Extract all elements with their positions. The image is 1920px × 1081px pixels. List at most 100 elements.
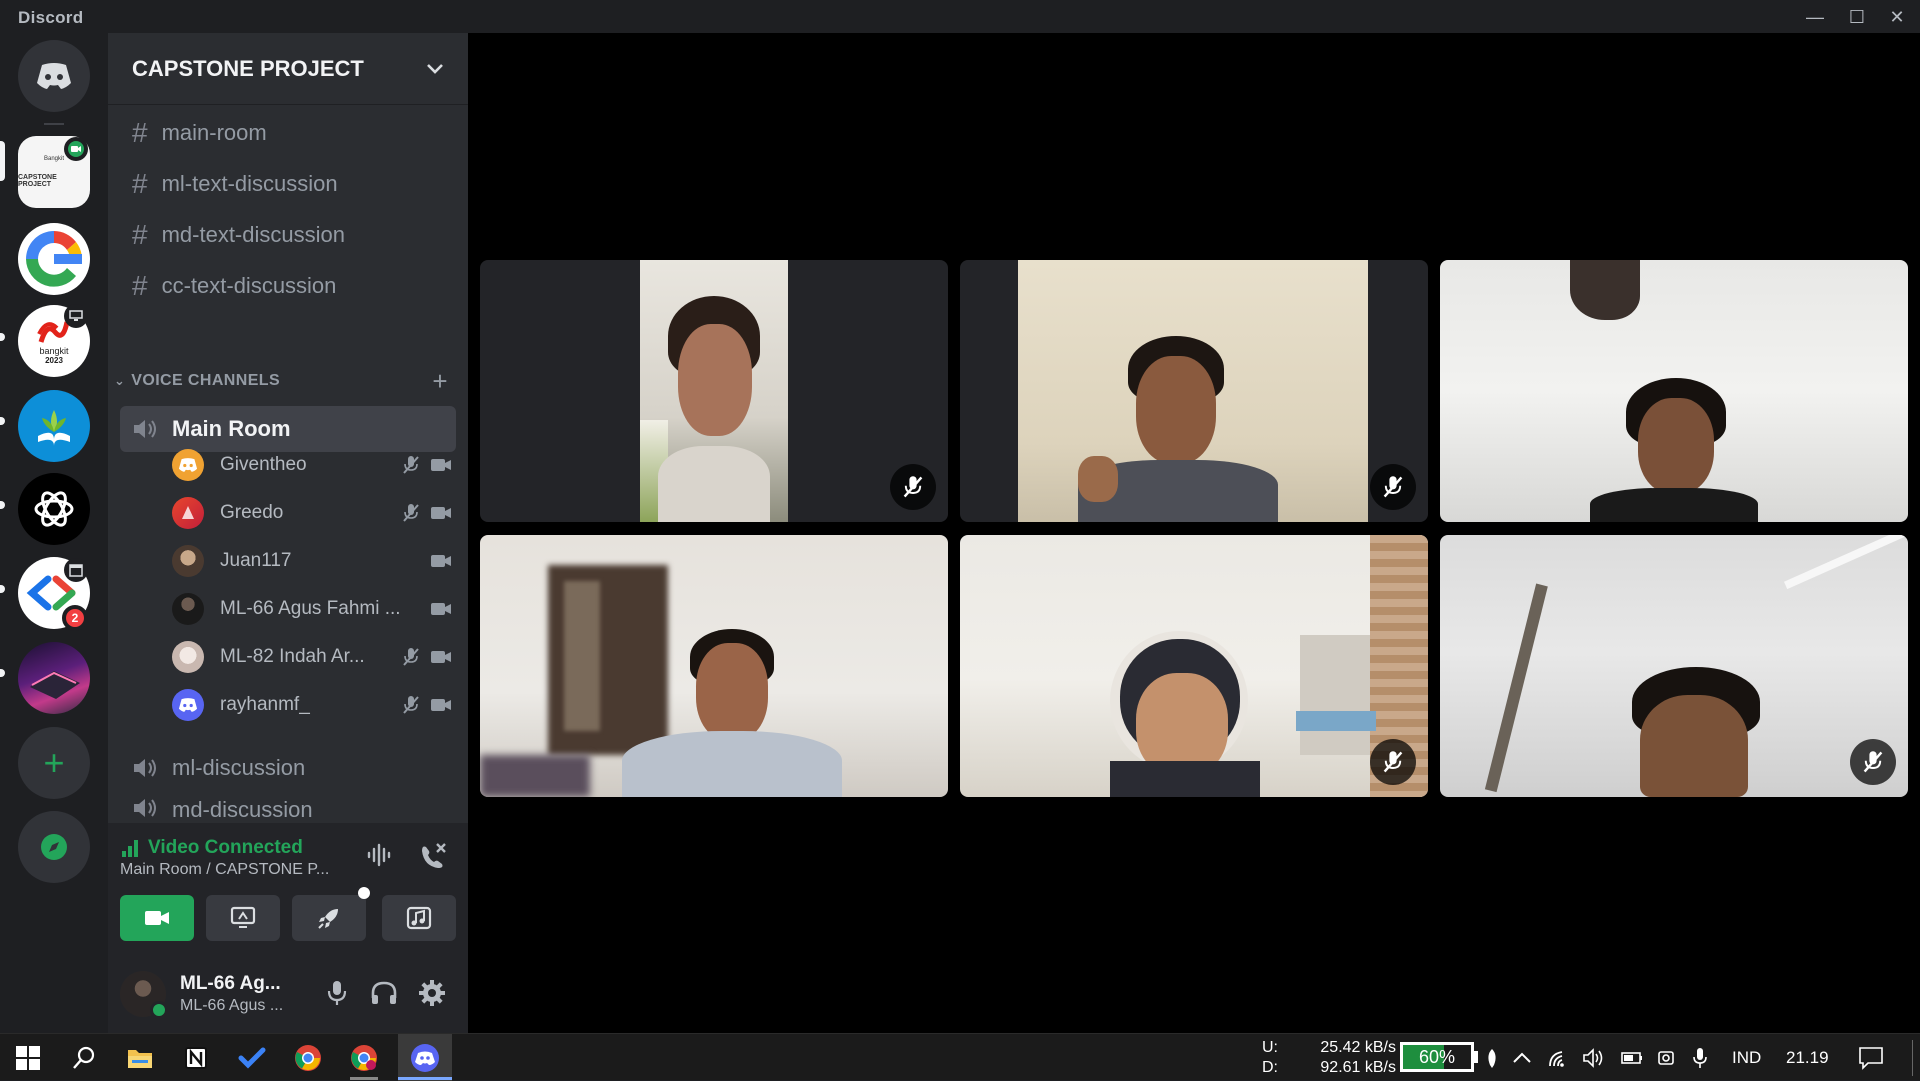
video-tile[interactable] bbox=[1440, 260, 1908, 522]
server-rail: Bangkit CAPSTONE PROJECT bangkit 2023 2 … bbox=[0, 33, 108, 1033]
disconnect-icon[interactable] bbox=[418, 841, 448, 874]
notification-dot bbox=[358, 887, 370, 899]
net-labels: U: D: bbox=[1262, 1034, 1278, 1081]
leaf-icon[interactable] bbox=[1484, 1034, 1500, 1081]
add-server-button[interactable]: + bbox=[18, 727, 90, 799]
video-tile[interactable] bbox=[480, 535, 948, 797]
voice-member[interactable]: Giventheo bbox=[172, 445, 456, 485]
wifi-icon[interactable] bbox=[1548, 1034, 1572, 1081]
channel-label: ml-text-discussion bbox=[161, 171, 338, 196]
search-button[interactable] bbox=[56, 1034, 112, 1081]
voice-member[interactable]: ML-82 Indah Ar... bbox=[172, 637, 456, 677]
voice-channel-label: Main Room bbox=[172, 416, 291, 441]
settings-gear-icon[interactable] bbox=[418, 979, 446, 1012]
server-name: CAPSTONE PROJECT bbox=[132, 55, 364, 81]
avatar bbox=[172, 545, 204, 577]
avatar bbox=[172, 449, 204, 481]
channel-cc-text-discussion[interactable]: # cc-text-discussion bbox=[118, 264, 464, 308]
voice-channel-md-discussion[interactable]: md-discussion bbox=[120, 795, 456, 823]
start-button[interactable] bbox=[0, 1034, 56, 1081]
member-name: Greedo bbox=[220, 502, 284, 523]
unread-pill bbox=[0, 585, 5, 593]
video-icon bbox=[426, 554, 456, 568]
language-indicator[interactable]: IND bbox=[1732, 1034, 1761, 1081]
server-google[interactable] bbox=[18, 223, 90, 295]
mic-muted-icon bbox=[890, 464, 936, 510]
show-desktop-divider[interactable] bbox=[1912, 1040, 1913, 1076]
camera-button[interactable] bbox=[120, 895, 194, 941]
noise-suppression-icon[interactable] bbox=[366, 843, 394, 872]
voice-channels-header[interactable]: ⌄ VOICE CHANNELS + bbox=[108, 366, 468, 396]
activity-button[interactable] bbox=[292, 895, 366, 941]
channel-ml-text-discussion[interactable]: # ml-text-discussion bbox=[118, 162, 464, 206]
server-chatgpt[interactable] bbox=[18, 473, 90, 545]
discord-taskbar-button[interactable] bbox=[398, 1034, 452, 1081]
voice-member[interactable]: Greedo bbox=[172, 493, 456, 533]
server-thumb-year: 2023 bbox=[45, 355, 63, 365]
upload-label: U: bbox=[1262, 1038, 1278, 1056]
voice-member[interactable]: ML-66 Agus Fahmi ... bbox=[172, 589, 456, 629]
battery-meter[interactable]: 60% bbox=[1400, 1042, 1474, 1072]
channel-label: main-room bbox=[161, 120, 267, 145]
chrome-profile-button[interactable] bbox=[336, 1034, 392, 1081]
microphone-in-use-icon[interactable] bbox=[1692, 1034, 1708, 1081]
video-tile[interactable] bbox=[480, 260, 948, 522]
video-icon bbox=[426, 458, 456, 472]
volume-icon[interactable] bbox=[1582, 1034, 1606, 1081]
member-name: ML-82 Indah Ar... bbox=[220, 646, 365, 667]
video-tile[interactable] bbox=[960, 535, 1428, 797]
maximize-button[interactable]: ☐ bbox=[1837, 4, 1877, 30]
todo-button[interactable] bbox=[224, 1034, 280, 1081]
microphone-icon[interactable] bbox=[326, 979, 348, 1012]
unread-pill bbox=[0, 333, 5, 341]
battery-icon[interactable] bbox=[1620, 1034, 1644, 1081]
voice-location[interactable]: Main Room / CAPSTONE P... bbox=[120, 861, 329, 879]
video-tile[interactable] bbox=[960, 260, 1428, 522]
home-button[interactable] bbox=[18, 40, 90, 112]
notifications-icon[interactable] bbox=[1858, 1034, 1884, 1081]
net-speeds: 25.42 kB/s 92.61 kB/s bbox=[1300, 1034, 1396, 1081]
explore-button[interactable] bbox=[18, 811, 90, 883]
download-label: D: bbox=[1262, 1058, 1278, 1076]
voice-channel-ml-discussion[interactable]: ml-discussion bbox=[120, 745, 456, 791]
online-status-icon bbox=[150, 1001, 168, 1019]
video-stage bbox=[468, 33, 1920, 1033]
server-header[interactable]: CAPSTONE PROJECT bbox=[108, 33, 468, 105]
screen-indicator-icon bbox=[64, 304, 88, 328]
minimize-button[interactable]: — bbox=[1795, 4, 1835, 30]
voice-member[interactable]: rayhanmf_ bbox=[172, 685, 456, 725]
user-display-name[interactable]: ML-66 Ag... bbox=[180, 973, 281, 995]
chevron-up-icon[interactable] bbox=[1512, 1034, 1532, 1081]
folder-icon bbox=[128, 1049, 152, 1068]
voice-status-label: Video Connected bbox=[148, 837, 303, 858]
discord-icon bbox=[411, 1043, 439, 1072]
soundboard-button[interactable] bbox=[382, 895, 456, 941]
channel-md-text-discussion[interactable]: # md-text-discussion bbox=[118, 213, 464, 257]
add-channel-button[interactable]: + bbox=[432, 366, 448, 397]
mic-muted-icon bbox=[396, 503, 426, 523]
mic-muted-icon bbox=[396, 455, 426, 475]
clock[interactable]: 21.19 bbox=[1786, 1034, 1829, 1081]
chrome-button[interactable] bbox=[280, 1034, 336, 1081]
close-button[interactable]: ✕ bbox=[1877, 4, 1917, 30]
camera-in-use-icon[interactable] bbox=[1656, 1034, 1676, 1081]
voice-status[interactable]: Video Connected bbox=[120, 837, 303, 859]
member-name: Giventheo bbox=[220, 454, 307, 475]
screen-share-button[interactable] bbox=[206, 895, 280, 941]
notion-button[interactable] bbox=[168, 1034, 224, 1081]
user-username[interactable]: ML-66 Agus ... bbox=[180, 997, 283, 1015]
headphones-icon[interactable] bbox=[370, 980, 398, 1011]
video-tile[interactable] bbox=[1440, 535, 1908, 797]
user-panel: ML-66 Ag... ML-66 Agus ... bbox=[108, 955, 468, 1033]
unread-pill bbox=[0, 417, 5, 425]
speaker-icon bbox=[132, 797, 158, 819]
voice-member[interactable]: Juan117 bbox=[172, 541, 456, 581]
windows-logo-icon bbox=[16, 1045, 40, 1070]
channel-main-room[interactable]: # main-room bbox=[118, 111, 464, 155]
screen-share-icon bbox=[230, 906, 256, 928]
laptop-icon bbox=[30, 671, 80, 699]
file-explorer-button[interactable] bbox=[112, 1034, 168, 1081]
chrome-icon bbox=[295, 1044, 321, 1071]
server-education[interactable] bbox=[18, 390, 90, 462]
server-laptop-art[interactable] bbox=[18, 642, 90, 714]
